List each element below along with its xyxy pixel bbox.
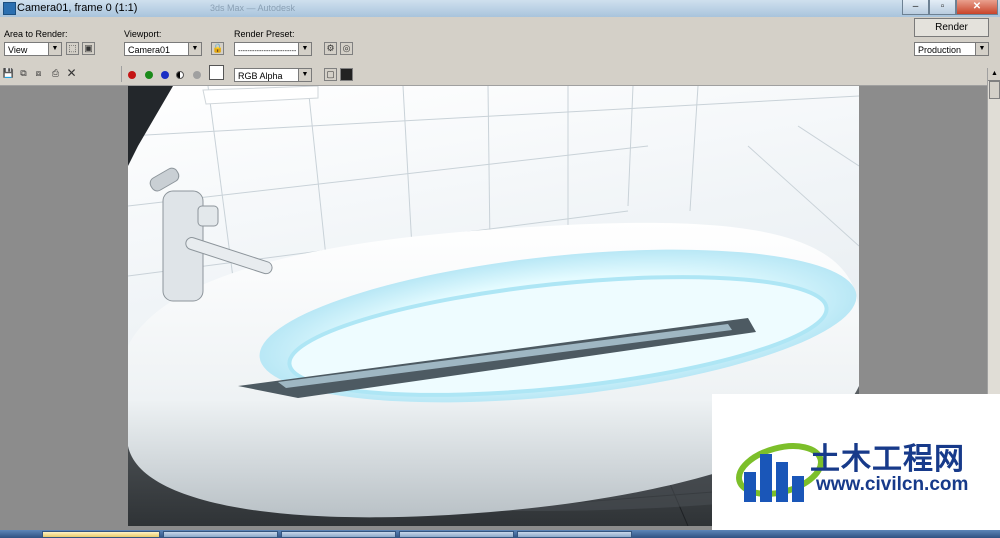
minimize-button[interactable]: –	[902, 0, 929, 15]
taskbar-item[interactable]	[281, 531, 396, 538]
monochrome-icon[interactable]	[193, 71, 201, 79]
chevron-down-icon: ▼	[298, 69, 311, 81]
display-background-icon[interactable]	[340, 68, 353, 81]
chevron-down-icon: ▼	[188, 43, 201, 55]
display-alpha-icon[interactable]: ▢	[324, 68, 337, 81]
title-bar: Camera01, frame 0 (1:1) 3ds Max — Autode…	[0, 0, 1000, 18]
area-to-render-dropdown[interactable]: View ▼	[4, 42, 62, 56]
window-ghost-title: 3ds Max — Autodesk	[210, 3, 296, 13]
taskbar-item[interactable]	[517, 531, 632, 538]
clone-window-icon[interactable]: ⧈	[32, 68, 45, 81]
render-preset-value: -------------------------	[238, 48, 297, 55]
color-swatch[interactable]	[209, 65, 224, 80]
red-channel-icon[interactable]	[128, 71, 136, 79]
taskbar-item[interactable]	[42, 531, 160, 538]
viewport-label: Viewport:	[124, 29, 162, 39]
area-to-render-label: Area to Render:	[4, 29, 68, 39]
render-preset-label: Render Preset:	[234, 29, 295, 39]
lock-icon[interactable]: 🔒	[211, 42, 224, 55]
channel-value: RGB Alpha	[238, 71, 283, 81]
print-icon[interactable]: ⎙	[49, 68, 62, 81]
maximize-button[interactable]: ▫	[929, 0, 956, 15]
green-channel-icon[interactable]	[145, 71, 153, 79]
production-dropdown[interactable]: Production ▼	[914, 42, 989, 56]
app-icon	[3, 2, 16, 15]
channel-dropdown[interactable]: RGB Alpha ▼	[234, 68, 312, 82]
edit-region-icon[interactable]: ⬚	[66, 42, 79, 55]
copy-icon[interactable]: ⧉	[17, 68, 30, 81]
close-button[interactable]: ✕	[956, 0, 998, 15]
toolbar-separator	[121, 66, 122, 82]
taskbar-item[interactable]	[163, 531, 278, 538]
blue-channel-icon[interactable]	[161, 71, 169, 79]
render-preset-dropdown[interactable]: ------------------------- ▼	[234, 42, 312, 56]
scroll-thumb[interactable]	[989, 81, 1000, 99]
save-icon[interactable]: 💾	[2, 68, 15, 81]
viewport-value: Camera01	[128, 45, 171, 55]
production-value: Production	[918, 45, 962, 55]
clear-icon[interactable]: ✕	[65, 67, 78, 81]
render-button[interactable]: Render	[914, 18, 989, 37]
render-setup-icon[interactable]: ⚙	[324, 42, 337, 55]
chevron-down-icon: ▼	[975, 43, 988, 55]
viewport-dropdown[interactable]: Camera01 ▼	[124, 42, 202, 56]
chevron-down-icon: ▼	[298, 43, 311, 55]
scroll-up-icon[interactable]: ▲	[988, 68, 1000, 81]
taskbar-item[interactable]	[399, 531, 514, 538]
watermark-logo: 土木工程网 www.civilcn.com	[712, 394, 1000, 538]
auto-region-icon[interactable]: ▣	[82, 42, 95, 55]
environment-icon[interactable]: ◎	[340, 42, 353, 55]
alpha-channel-icon[interactable]	[176, 71, 184, 79]
chevron-down-icon: ▼	[48, 43, 61, 55]
watermark-chinese-text: 土木工程网	[810, 442, 965, 477]
watermark-url: www.civilcn.com	[816, 474, 969, 495]
window-title: Camera01, frame 0 (1:1)	[17, 2, 138, 14]
area-to-render-value: View	[8, 45, 28, 55]
